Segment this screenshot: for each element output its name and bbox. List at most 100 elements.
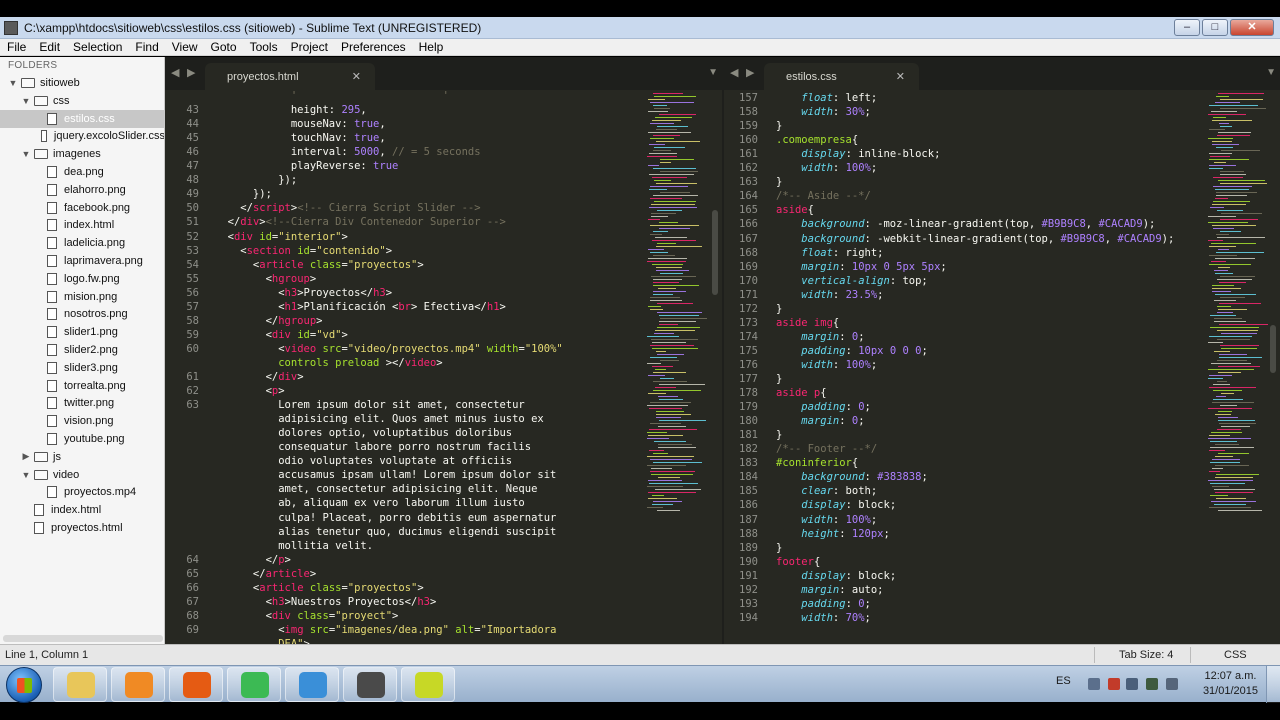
minimap-line [659,399,683,400]
code-token: ; [864,106,871,119]
code-line: aside p{ [776,387,827,399]
tree-file[interactable]: mision.png [0,288,164,306]
tree-file[interactable]: index.html [0,501,164,519]
menu-file[interactable]: File [0,40,32,54]
tree-file[interactable]: ladelicia.png [0,234,164,252]
tree-folder[interactable]: ▶ js [0,448,164,466]
tree-folder[interactable]: ▼ imagenes [0,145,164,163]
tab-nav-prev-icon[interactable]: ◀ [171,66,179,79]
menu-view[interactable]: View [165,40,204,54]
tab-close-icon[interactable]: ✕ [896,70,905,83]
tree-file[interactable]: vision.png [0,412,164,430]
syntax-selector[interactable]: CSS [1224,649,1247,661]
tree-file[interactable]: logo.fw.png [0,270,164,288]
tab-nav-prev-icon[interactable]: ◀ [730,66,738,79]
tree-folder[interactable]: ▼ css [0,92,164,110]
chevron-down-icon[interactable]: ▼ [8,78,18,88]
tree-file[interactable]: slider2.png [0,341,164,359]
line-number: 174 [739,330,758,343]
line-number: 163 [739,176,758,189]
menu-find[interactable]: Find [128,40,164,54]
menu-preferences[interactable]: Preferences [334,40,412,54]
menu-selection[interactable]: Selection [66,40,128,54]
taskbar-app-button[interactable] [401,667,455,702]
volume-icon[interactable] [1166,678,1178,690]
scrollbar-left[interactable] [712,210,718,295]
close-button[interactable]: ✕ [1230,19,1274,36]
show-desktop-button[interactable] [1266,666,1280,703]
tree-file[interactable]: proyectos.html [0,519,164,537]
tree-folder[interactable]: ▼ sitioweb [0,74,164,92]
tab-estilos-css[interactable]: estilos.css ✕ [764,63,919,90]
tree-file[interactable]: slider1.png [0,323,164,341]
minimap-line [1216,96,1229,97]
tree-file[interactable]: laprimavera.png [0,252,164,270]
tab-proyectos-html[interactable]: proyectos.html ✕ [205,63,375,90]
menu-project[interactable]: Project [284,40,334,54]
code-token: : [845,344,859,357]
tab-size-selector[interactable]: Tab Size: 4 [1119,649,1173,661]
line-number: 158 [739,106,758,119]
sidebar-scrollbar[interactable] [3,635,163,642]
tree-file[interactable]: twitter.png [0,394,164,412]
device-icon[interactable] [1126,678,1138,690]
minimap-line [659,315,699,316]
taskbar-app-button[interactable] [169,667,223,702]
tree-folder[interactable]: ▼ video [0,466,164,484]
start-button[interactable] [6,667,42,703]
show-hidden-icons-icon[interactable] [1088,678,1100,690]
tab-nav-next-icon[interactable]: ▶ [746,66,754,79]
tree-file[interactable]: estilos.css [0,109,164,128]
language-indicator[interactable]: ES [1056,675,1071,687]
chevron-down-icon[interactable]: ▼ [21,96,31,106]
chevron-down-icon[interactable]: ▼ [21,149,31,159]
taskbar-app-button[interactable] [53,667,107,702]
tree-file[interactable]: index.html [0,216,164,234]
taskbar-app-button[interactable] [285,667,339,702]
tree-file[interactable]: facebook.png [0,199,164,217]
minimap-right[interactable] [1208,93,1268,513]
minimap-line [647,438,669,439]
menu-help[interactable]: Help [412,40,450,54]
tree-item-label: imagenes [53,148,101,161]
minimize-button[interactable]: – [1174,19,1200,36]
minimap-line [1214,321,1246,322]
tab-nav-next-icon[interactable]: ▶ [187,66,195,79]
network-icon[interactable] [1146,678,1158,690]
line-number: 182 [739,443,758,456]
tree-file[interactable]: dea.png [0,163,164,181]
chevron-down-icon[interactable]: ▼ [21,470,31,480]
minimap-line [1220,171,1244,172]
code-line: <h3>Proyectos</h3> [215,287,392,299]
taskbar-app-button[interactable] [227,667,281,702]
chevron-right-icon[interactable]: ▶ [21,451,31,462]
code-token: display [801,569,846,582]
code-token: , [1085,218,1099,231]
maximize-button[interactable]: □ [1202,19,1228,36]
minimap-left[interactable] [647,93,707,513]
taskbar-app-button[interactable] [111,667,165,702]
taskbar-app-button[interactable] [343,667,397,702]
clock[interactable]: 12:07 a.m. 31/01/2015 [1203,669,1258,699]
menu-goto[interactable]: Goto [204,40,243,54]
tree-file[interactable]: torrealta.png [0,377,164,395]
menu-edit[interactable]: Edit [32,40,66,54]
chrome-icon [241,672,269,698]
tree-file[interactable]: youtube.png [0,430,164,448]
code-token: < [215,272,272,285]
tab-menu-icon[interactable]: ▼ [708,67,718,78]
tree-file[interactable]: nosotros.png [0,305,164,323]
tree-file[interactable]: proyectos.mp4 [0,483,164,501]
minimap-line [1218,453,1249,454]
tab-close-icon[interactable]: ✕ [352,70,361,83]
code-token: : right; [832,246,884,259]
menu-tools[interactable]: Tools [243,40,284,54]
action-center-icon[interactable] [1108,678,1120,690]
tree-file[interactable]: jquery.excoloSlider.css [0,127,164,145]
tab-menu-icon[interactable]: ▼ [1266,67,1276,78]
tree-file[interactable]: slider3.png [0,359,164,377]
scrollbar-right[interactable] [1270,325,1276,373]
minimap-line [653,453,668,454]
minimap-line [659,324,678,325]
tree-file[interactable]: elahorro.png [0,181,164,199]
